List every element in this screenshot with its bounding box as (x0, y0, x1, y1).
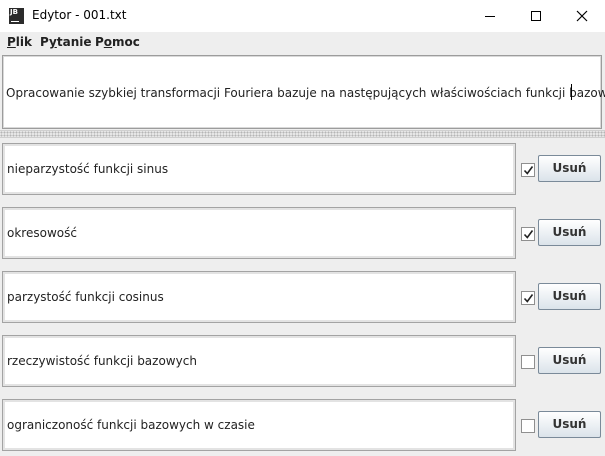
splitter-handle[interactable] (0, 130, 605, 138)
menu-bar: Plik Pytanie Pomoc (0, 32, 605, 52)
answer-text: rzeczywistość funkcji bazowych (7, 354, 197, 368)
delete-answer-button[interactable]: Usuń (538, 283, 601, 310)
check-icon (523, 166, 534, 175)
delete-answer-button[interactable]: Usuń (538, 219, 601, 246)
check-icon (523, 230, 534, 239)
answer-row: okresowość Usuń (0, 207, 605, 265)
correct-checkbox[interactable] (521, 355, 535, 369)
answer-row: nieparzystość funkcji sinus Usuń (0, 143, 605, 201)
menu-pomoc[interactable]: Pomoc (95, 35, 140, 49)
answer-row: ograniczoność funkcji bazowych w czasie U… (0, 399, 605, 456)
close-icon (576, 10, 588, 22)
app-icon: JB (9, 8, 24, 24)
delete-answer-button[interactable]: Usuń (538, 411, 601, 438)
title-bar: JB Edytor - 001.txt (0, 0, 605, 32)
answer-field[interactable]: rzeczywistość funkcji bazowych (2, 335, 516, 387)
answer-text: ograniczoność funkcji bazowych w czasie (7, 418, 255, 432)
answer-text: parzystość funkcji cosinus (7, 290, 164, 304)
close-button[interactable] (559, 0, 605, 32)
correct-checkbox[interactable] (521, 163, 535, 177)
answer-row: rzeczywistość funkcji bazowych Usuń (0, 335, 605, 393)
minimize-icon (485, 16, 495, 17)
answer-row: parzystość funkcji cosinus Usuń (0, 271, 605, 329)
delete-answer-button[interactable]: Usuń (538, 155, 601, 182)
question-editor[interactable]: Opracowanie szybkiej transformacji Fouri… (2, 55, 605, 129)
menu-plik[interactable]: Plik (7, 35, 32, 49)
answer-text: nieparzystość funkcji sinus (7, 162, 169, 176)
answer-field[interactable]: parzystość funkcji cosinus (2, 271, 516, 323)
correct-checkbox[interactable] (521, 227, 535, 241)
minimize-button[interactable] (467, 0, 513, 32)
correct-checkbox[interactable] (521, 291, 535, 305)
answer-field[interactable]: nieparzystość funkcji sinus (2, 143, 516, 195)
window-title: Edytor - 001.txt (32, 8, 127, 22)
answer-field[interactable]: okresowość (2, 207, 516, 259)
correct-checkbox[interactable] (521, 419, 535, 433)
question-text: Opracowanie szybkiej transformacji Fouri… (6, 86, 605, 100)
maximize-button[interactable] (513, 0, 559, 32)
check-icon (523, 294, 534, 303)
menu-pytanie[interactable]: Pytanie (40, 35, 92, 49)
answer-text: okresowość (7, 226, 77, 240)
maximize-icon (531, 11, 541, 21)
answer-field[interactable]: ograniczoność funkcji bazowych w czasie (2, 399, 516, 451)
text-caret (571, 84, 572, 100)
delete-answer-button[interactable]: Usuń (538, 347, 601, 374)
